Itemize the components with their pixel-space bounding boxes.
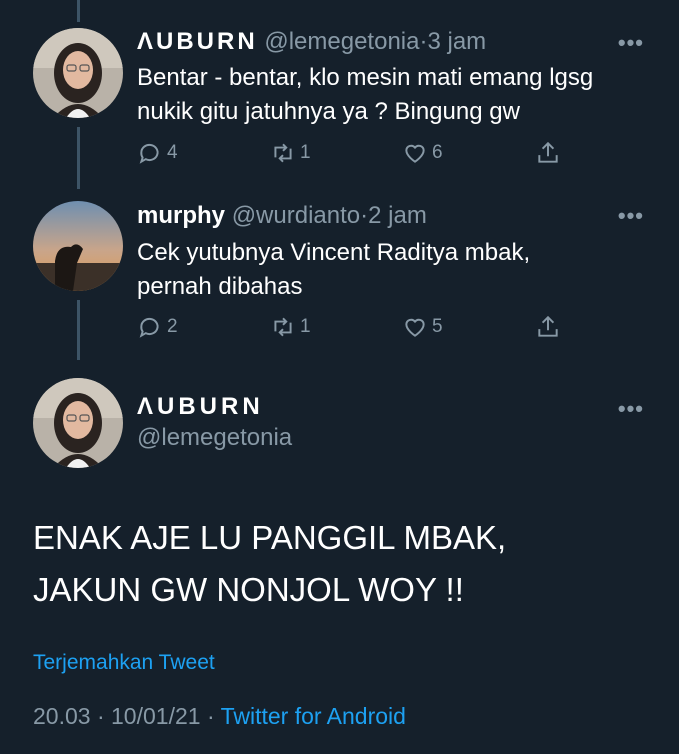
reply-icon [139,317,159,338]
thread-line-2 [77,300,80,360]
retweet-count: 1 [300,142,311,163]
more-icon[interactable]: ••• [618,30,644,56]
tweet-2-header: murphy @wurdianto·2 jam [137,202,427,230]
main-text-line-1: ENAK AJE LU PANGGIL MBAK, [33,519,507,556]
avatar-auburn-main[interactable] [33,378,123,468]
tweet-1-author-name[interactable]: ΛUBURN [137,28,258,55]
thread-line-1 [77,127,80,189]
tweet-2-text-line-1: Cek yutubnya Vincent Raditya mbak, [137,239,531,266]
retweet-icon [274,143,292,163]
avatar-murphy-image [33,201,123,291]
like-button[interactable]: 6 [402,140,443,166]
retweet-button[interactable]: 1 [270,314,311,340]
more-icon[interactable]: ••• [618,396,644,422]
tweet-2-actions: 2 1 5 [137,314,567,344]
reply-button[interactable]: 4 [137,140,178,166]
tweet-1-header: ΛUBURN @lemegetonia·3 jam [137,28,486,56]
reply-count: 4 [167,142,178,163]
share-button[interactable] [535,140,565,166]
tweet-1-text-line-2: nukik gitu jatuhnya ya ? Bingung gw [137,98,520,125]
separator-dot: · [96,703,105,729]
main-text-line-2: JAKUN GW NONJOL WOY !! [33,571,464,608]
tweet-1-text: Bentar - bentar, klo mesin mati emang lg… [137,61,637,129]
reply-icon [139,143,159,164]
reply-count: 2 [167,316,178,337]
retweet-count: 1 [300,316,311,337]
tweet-meta: 20.03 · 10/01/21 · Twitter for Android [33,703,406,730]
like-icon [405,144,425,163]
tweet-1-text-line-1: Bentar - bentar, klo mesin mati emang lg… [137,64,594,91]
tweet-2-author-name[interactable]: murphy [137,202,225,229]
like-count: 5 [432,316,443,337]
share-button[interactable] [535,314,565,340]
main-author-name[interactable]: ΛUBURN [137,393,264,421]
like-count: 6 [432,142,443,163]
tweet-1-author-handle[interactable]: @lemegetonia [264,28,419,55]
avatar-auburn-1[interactable] [33,28,123,118]
tweet-1-timestamp[interactable]: 3 jam [427,28,486,55]
translate-tweet-link[interactable]: Terjemahkan Tweet [33,651,215,675]
separator-dot: · [206,703,215,729]
retweet-button[interactable]: 1 [270,140,311,166]
tweet-2-timestamp[interactable]: 2 jam [368,202,427,229]
main-author-handle[interactable]: @lemegetonia [137,424,292,452]
share-icon [538,141,558,163]
main-tweet-text: ENAK AJE LU PANGGIL MBAK, JAKUN GW NONJO… [33,512,653,616]
like-icon [405,318,425,337]
tweet-2-text: Cek yutubnya Vincent Raditya mbak, perna… [137,236,637,304]
tweet-2-text-line-2: pernah dibahas [137,273,303,300]
tweet-1-actions: 4 1 6 [137,140,567,170]
avatar-auburn-image [33,28,123,118]
more-icon[interactable]: ••• [618,203,644,229]
retweet-icon [274,317,292,337]
tweet-2-author-handle[interactable]: @wurdianto [232,202,360,229]
thread-line-top [77,0,80,22]
avatar-auburn-main-image [33,378,123,468]
tweet-date[interactable]: 10/01/21 [111,703,201,729]
like-button[interactable]: 5 [402,314,443,340]
share-icon [538,315,558,337]
avatar-murphy[interactable] [33,201,123,291]
reply-button[interactable]: 2 [137,314,178,340]
tweet-source[interactable]: Twitter for Android [221,703,406,729]
separator-dot: · [360,202,369,229]
tweet-time[interactable]: 20.03 [33,703,91,729]
